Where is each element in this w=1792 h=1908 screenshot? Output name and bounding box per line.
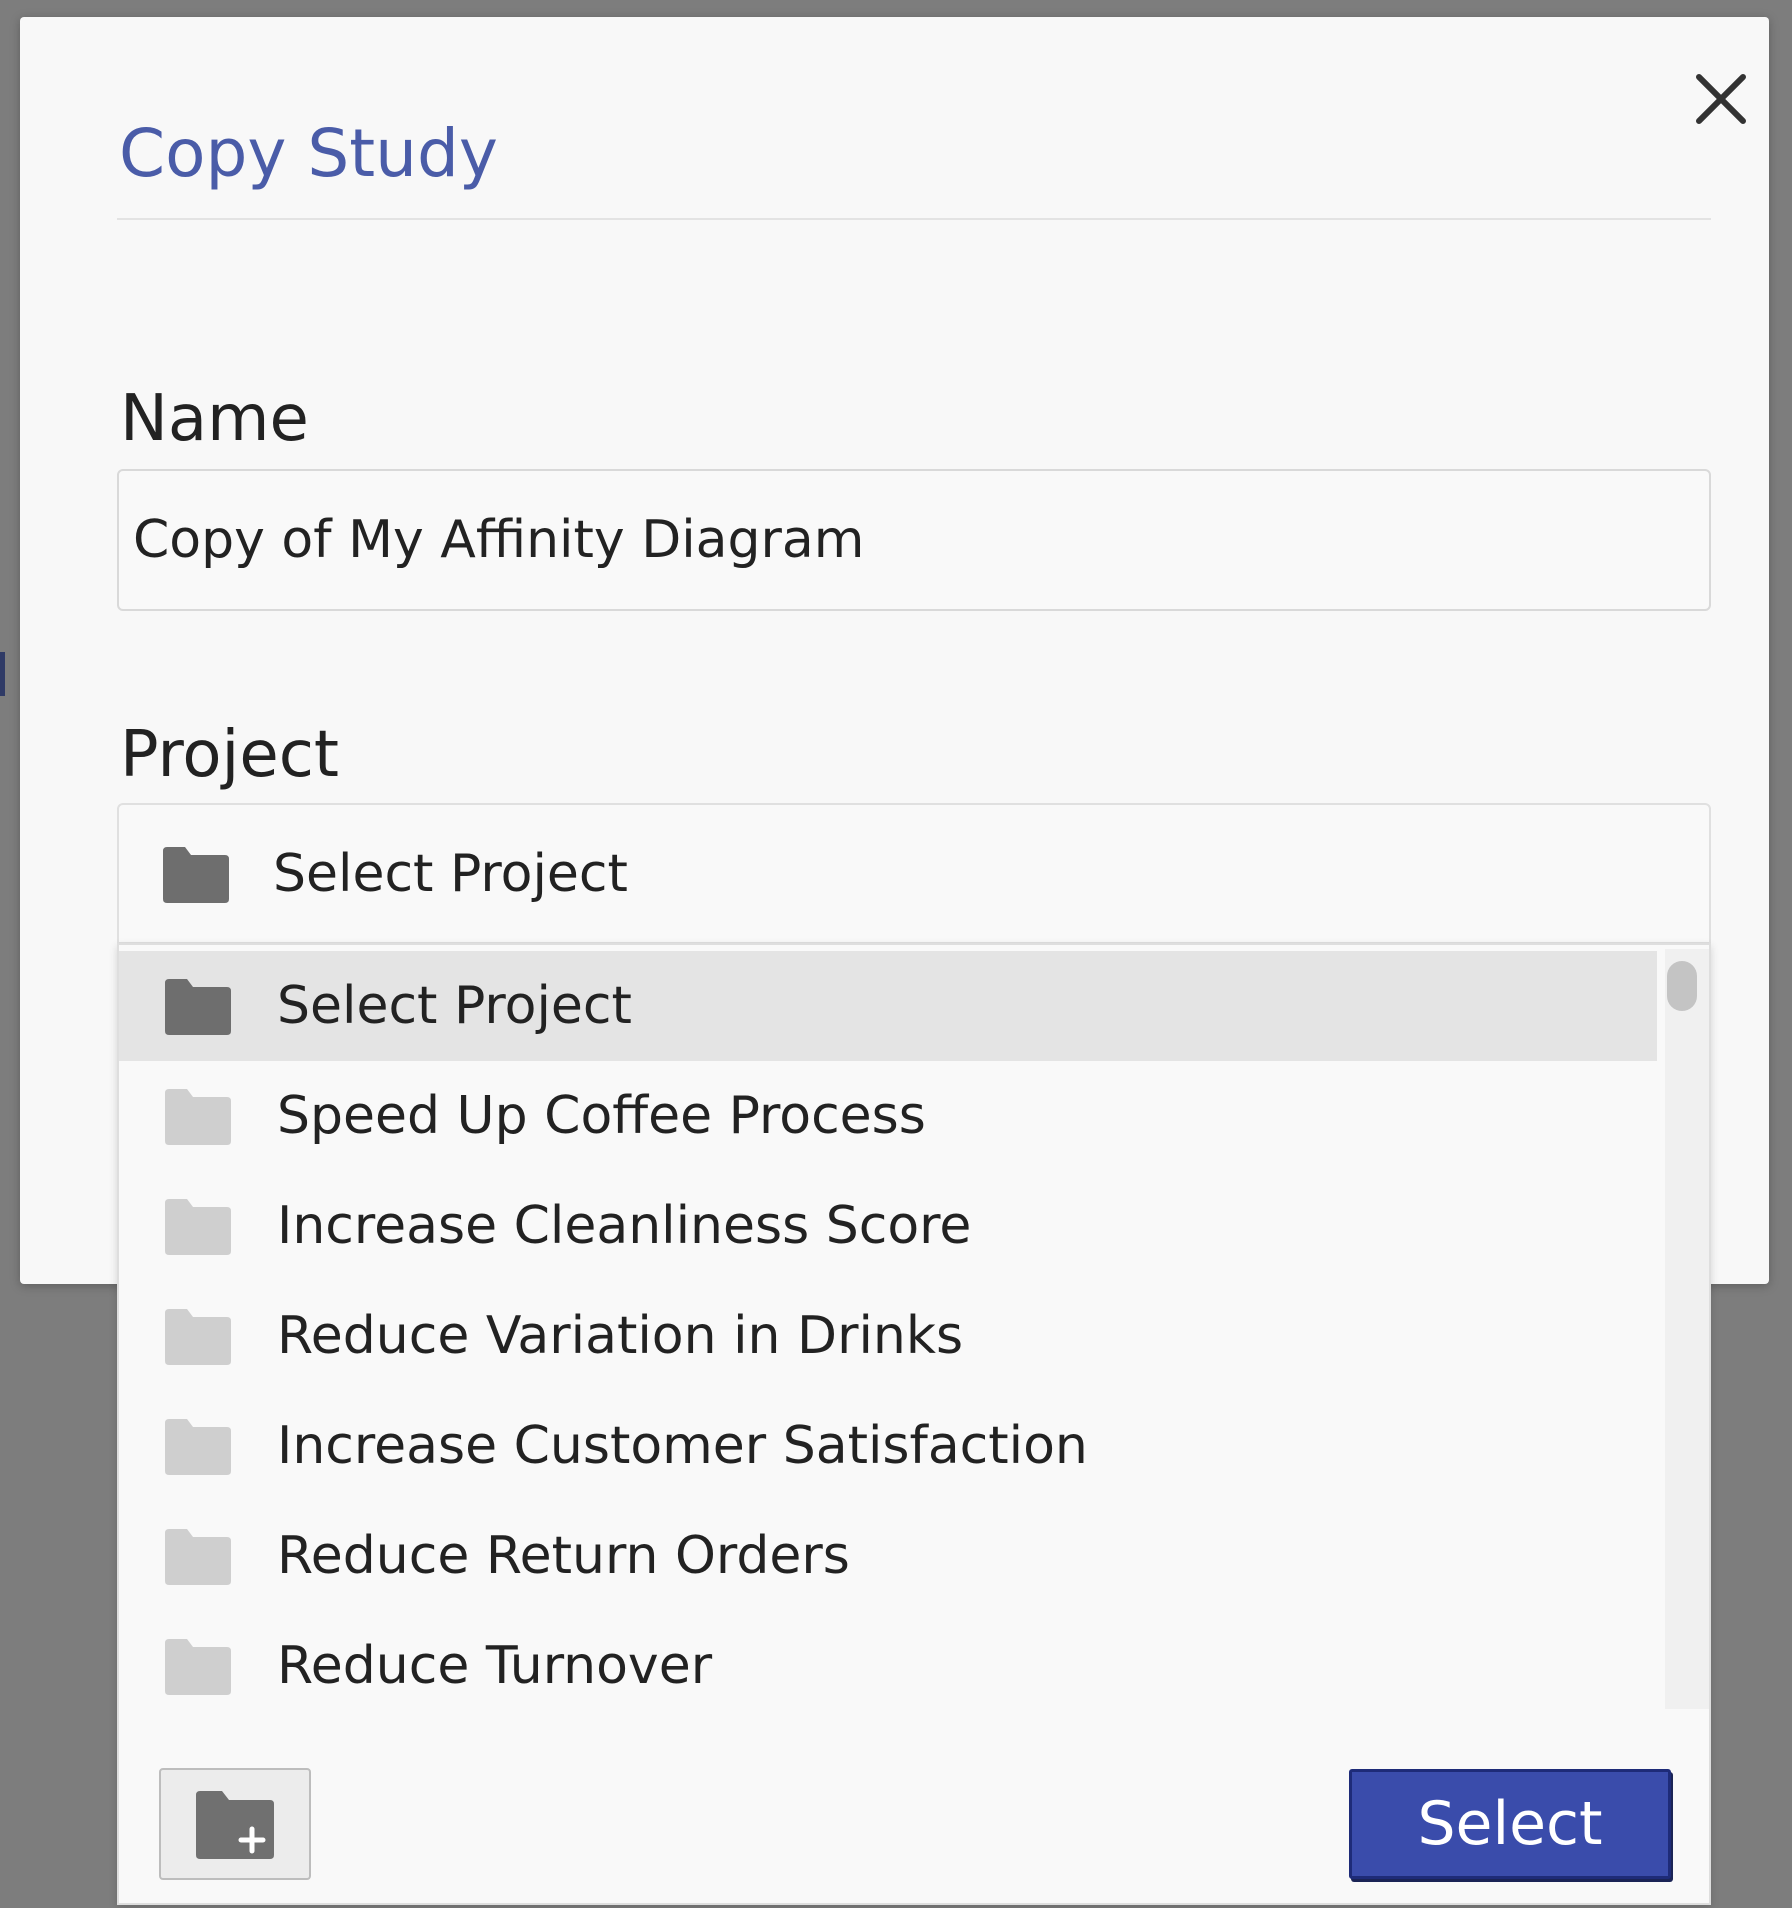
folder-icon [163, 846, 229, 903]
project-option-label: Increase Cleanliness Score [277, 1196, 972, 1256]
folder-icon [165, 1199, 231, 1255]
close-icon [1696, 74, 1746, 124]
project-option-label: Speed Up Coffee Process [277, 1086, 926, 1146]
project-option-list: Select Project Speed Up Coffee Process I… [119, 951, 1657, 1721]
project-option-label: Increase Customer Satisfaction [277, 1416, 1088, 1476]
project-select-value: Select Project [273, 843, 628, 904]
scrollbar-thumb[interactable] [1667, 961, 1697, 1011]
project-option[interactable]: Select Project [119, 951, 1657, 1061]
folder-icon [165, 1309, 231, 1365]
folder-icon [165, 1639, 231, 1695]
project-option[interactable]: Reduce Variation in Drinks [119, 1281, 1657, 1391]
project-option[interactable]: Reduce Return Orders [119, 1501, 1657, 1611]
folder-plus-icon [196, 1791, 274, 1859]
name-label: Name [120, 382, 309, 456]
project-option[interactable]: Speed Up Coffee Process [119, 1061, 1657, 1171]
project-dropdown: Select Project Speed Up Coffee Process I… [117, 943, 1711, 1905]
project-option[interactable]: Increase Cleanliness Score [119, 1171, 1657, 1281]
project-option-label: Reduce Return Orders [277, 1526, 850, 1586]
title-divider [117, 218, 1711, 220]
project-option[interactable]: Increase Customer Satisfaction [119, 1391, 1657, 1501]
name-input[interactable] [117, 469, 1711, 611]
copy-study-dialog: Copy Study Name Project Select Project S… [20, 17, 1769, 1905]
folder-icon [165, 1419, 231, 1475]
folder-icon [165, 1529, 231, 1585]
project-label: Project [120, 718, 339, 792]
project-select[interactable]: Select Project [117, 803, 1711, 944]
project-option-label: Reduce Variation in Drinks [277, 1306, 964, 1366]
background-edge-mark [0, 652, 5, 696]
select-button[interactable]: Select [1349, 1769, 1671, 1879]
new-folder-button[interactable] [159, 1768, 311, 1880]
project-option-label: Reduce Turnover [277, 1636, 713, 1696]
close-button[interactable] [1689, 67, 1753, 131]
folder-icon [165, 979, 231, 1035]
project-option[interactable]: Reduce Turnover [119, 1611, 1657, 1721]
folder-icon [165, 1089, 231, 1145]
project-option-label: Select Project [277, 976, 632, 1036]
scrollbar-track[interactable] [1665, 949, 1709, 1709]
dialog-title: Copy Study [119, 115, 498, 192]
